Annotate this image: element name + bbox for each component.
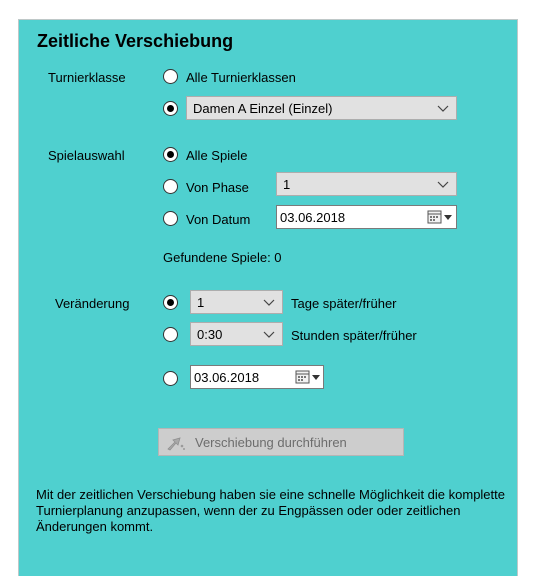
radio-alle-turnierklassen[interactable] (163, 69, 178, 84)
alle-turnierklassen-label[interactable]: Alle Turnierklassen (186, 70, 296, 85)
panel-title: Zeitliche Verschiebung (37, 31, 234, 51)
shift-arrow-icon (167, 437, 185, 451)
zeitliche-verschiebung-panel: Zeitliche Verschiebung Turnierklasse All… (18, 19, 518, 576)
radio-von-datum[interactable] (163, 211, 178, 226)
turnierklasse-select-value: Damen A Einzel (Einzel) (193, 101, 333, 116)
tage-label: Tage später/früher (291, 296, 397, 311)
alle-spiele-label[interactable]: Alle Spiele (186, 148, 247, 163)
stunden-select[interactable]: 0:30 (190, 322, 283, 346)
veraenderung-label: Veränderung (55, 296, 130, 311)
radio-specific-turnierklasse[interactable] (163, 101, 178, 116)
calendar-icon[interactable] (295, 370, 321, 384)
found-games-count: Gefundene Spiele: 0 (163, 250, 282, 265)
turnierklasse-label: Turnierklasse (48, 70, 126, 85)
veraenderung-datum-value: 03.06.2018 (194, 370, 260, 385)
execute-button-label: Verschiebung durchführen (195, 435, 347, 450)
phase-select[interactable]: 1 (276, 172, 457, 196)
datum-picker-value: 03.06.2018 (280, 210, 346, 225)
radio-stunden[interactable] (163, 327, 178, 342)
radio-alle-spiele[interactable] (163, 147, 178, 162)
info-text: Mit der zeitlichen Verschiebung haben si… (36, 487, 505, 534)
calendar-icon[interactable] (427, 210, 453, 224)
chevron-down-icon (437, 181, 449, 188)
chevron-down-icon (263, 299, 275, 306)
radio-datum[interactable] (163, 371, 178, 386)
verschiebung-durchfuehren-button[interactable]: Verschiebung durchführen (158, 428, 404, 456)
spielauswahl-label: Spielauswahl (48, 148, 125, 163)
tage-select[interactable]: 1 (190, 290, 283, 314)
chevron-down-icon (263, 331, 275, 338)
veraenderung-datum-picker[interactable]: 03.06.2018 (190, 365, 324, 389)
chevron-down-icon (437, 105, 449, 112)
stunden-label: Stunden später/früher (291, 328, 417, 343)
turnierklasse-select[interactable]: Damen A Einzel (Einzel) (186, 96, 457, 120)
datum-picker[interactable]: 03.06.2018 (276, 205, 457, 229)
von-phase-label[interactable]: Von Phase (186, 180, 249, 195)
radio-von-phase[interactable] (163, 179, 178, 194)
tage-select-value: 1 (197, 295, 205, 310)
stunden-select-value: 0:30 (197, 327, 223, 342)
phase-select-value: 1 (283, 177, 291, 192)
von-datum-label[interactable]: Von Datum (186, 212, 250, 227)
radio-tage[interactable] (163, 295, 178, 310)
